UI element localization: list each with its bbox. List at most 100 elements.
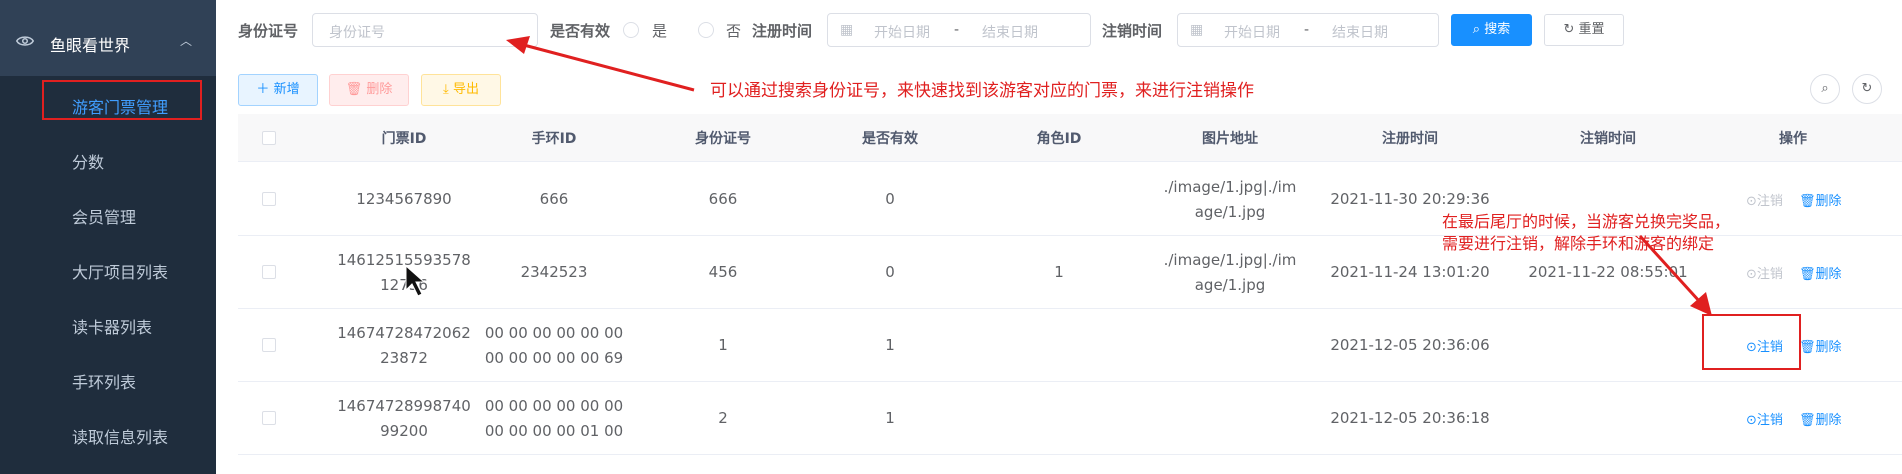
cell-image-url: ./image/1.jpg|./image/1.jpg	[1163, 251, 1297, 294]
search-button-label: 搜索	[1484, 22, 1511, 37]
refresh-icon: ↻	[1861, 81, 1873, 96]
delete-button-label: 删除	[366, 82, 393, 97]
search-button[interactable]: ⌕ 搜索	[1451, 14, 1532, 46]
cancel-date-range[interactable]: ▦ 开始日期 - 结束日期	[1177, 13, 1439, 47]
sidebar-group-header[interactable]: 鱼眼看世界 ︿	[0, 18, 216, 72]
search-arrow	[519, 42, 695, 92]
add-button-label: 新增	[273, 82, 300, 97]
row-checkbox[interactable]	[262, 411, 276, 425]
sidebar-item-read-info[interactable]: 读取信息列表	[72, 424, 168, 448]
id-number-placeholder: 身份证号	[329, 25, 385, 41]
cell-ticket-id: 1467472847206223872	[337, 324, 471, 367]
cell-reg-time: 2021-11-24 13:01:20	[1330, 263, 1490, 281]
sidebar-item-card-readers[interactable]: 读卡器列表	[72, 314, 152, 338]
col-cancel-time: 注销时间	[1580, 131, 1636, 147]
cell-valid: 0	[885, 263, 895, 281]
delete-action-label: 删除	[1815, 340, 1842, 355]
col-role-id: 角色ID	[1036, 131, 1082, 147]
reg-start-placeholder: 开始日期	[874, 25, 930, 41]
valid-yes-radio[interactable]	[623, 22, 639, 38]
export-button-label: 导出	[452, 82, 479, 97]
col-image-url: 图片地址	[1202, 131, 1258, 147]
cell-valid: 1	[885, 409, 895, 427]
reg-date-range[interactable]: ▦ 开始日期 - 结束日期	[827, 13, 1091, 47]
cell-cancel-time: 2021-11-22 08:55:01	[1528, 263, 1688, 281]
plus-icon: ＋	[256, 82, 270, 97]
cancel-time-label: 注销时间	[1102, 22, 1163, 40]
toggle-search-button[interactable]: ⌕	[1810, 74, 1840, 104]
cell-band-id: 00 00 00 00 00 00 00 00 00 00 01 00	[484, 397, 624, 440]
add-button[interactable]: ＋ 新增	[238, 74, 318, 106]
cancel-action[interactable]: ⊙注销	[1746, 263, 1783, 282]
calendar-icon: ▦	[1190, 22, 1204, 38]
search-icon: ⌕	[1472, 22, 1481, 37]
select-all-checkbox[interactable]	[262, 131, 276, 145]
delete-action-label: 删除	[1815, 267, 1842, 282]
cell-ticket-id: 1234567890	[356, 190, 452, 208]
delete-action[interactable]: 🗑删除	[1799, 409, 1842, 428]
annotation-highlight-box	[1702, 314, 1801, 370]
col-band-id: 手环ID	[531, 131, 577, 147]
cell-valid: 0	[885, 190, 895, 208]
download-icon: ⤓	[443, 82, 449, 97]
reset-button[interactable]: ↻ 重置	[1544, 14, 1624, 46]
row-checkbox[interactable]	[262, 338, 276, 352]
delete-button[interactable]: 🗑 删除	[329, 74, 409, 106]
cancel-action[interactable]: ⊙注销	[1746, 409, 1783, 428]
refresh-button[interactable]: ↻	[1852, 74, 1882, 104]
cancel-action-label: 注销	[1756, 194, 1783, 209]
col-reg-time: 注册时间	[1382, 131, 1438, 147]
search-icon: ⌕	[1821, 81, 1829, 96]
col-valid: 是否有效	[862, 131, 918, 147]
row-checkbox[interactable]	[262, 265, 276, 279]
table-row: 1467472847206223872 00 00 00 00 00 00 00…	[238, 309, 1902, 382]
eye-icon	[16, 36, 34, 46]
reset-button-label: 重置	[1578, 22, 1605, 37]
valid-label: 是否有效	[550, 22, 611, 40]
valid-no-label[interactable]: 否	[726, 20, 741, 41]
cell-role-id: 1	[1054, 263, 1064, 281]
cell-image-url: ./image/1.jpg|./image/1.jpg	[1163, 178, 1297, 221]
sidebar-item-score[interactable]: 分数	[72, 149, 104, 173]
chevron-up-icon: ︿	[180, 34, 193, 48]
sidebar-item-members[interactable]: 会员管理	[72, 204, 136, 228]
sidebar-item-wristbands[interactable]: 手环列表	[72, 369, 136, 393]
refresh-icon: ↻	[1563, 22, 1575, 37]
date-separator: -	[1304, 22, 1310, 38]
cell-band-id: 2342523	[520, 263, 588, 281]
sidebar-item-hall-projects[interactable]: 大厅项目列表	[72, 259, 168, 283]
trash-icon: 🗑	[345, 82, 363, 97]
sidebar: 鱼眼看世界 ︿ 游客门票管理 分数 会员管理 大厅项目列表 读卡器列表 手环列表…	[0, 0, 216, 474]
delete-action[interactable]: 🗑删除	[1799, 336, 1842, 355]
cancel-action-label: 注销	[1756, 267, 1783, 282]
cancel-action-label: 注销	[1756, 413, 1783, 428]
cancel-start-placeholder: 开始日期	[1224, 25, 1280, 41]
search-annotation: 可以通过搜索身份证号，来快速找到该游客对应的门票，来进行注销操作	[710, 81, 1254, 101]
col-id-number: 身份证号	[695, 131, 751, 147]
delete-action-label: 删除	[1815, 194, 1842, 209]
cancel-action[interactable]: ⊙注销	[1746, 190, 1783, 209]
delete-action[interactable]: 🗑删除	[1799, 190, 1842, 209]
sidebar-submenu: 游客门票管理 分数 会员管理 大厅项目列表 读卡器列表 手环列表 读取信息列表	[0, 76, 216, 474]
tickets-table: 门票ID 手环ID 身份证号 是否有效 角色ID 图片地址 注册时间 注销时间 …	[238, 114, 1902, 474]
delete-action[interactable]: 🗑删除	[1799, 263, 1842, 282]
date-separator: -	[954, 22, 960, 38]
row-checkbox[interactable]	[262, 192, 276, 206]
reg-time-label: 注册时间	[752, 22, 813, 40]
cell-band-id: 00 00 00 00 00 00 00 00 00 00 00 69	[484, 324, 624, 367]
cell-id-number: 666	[708, 190, 738, 208]
cell-valid: 1	[885, 336, 895, 354]
table-header: 门票ID 手环ID 身份证号 是否有效 角色ID 图片地址 注册时间 注销时间 …	[238, 114, 1902, 162]
cell-ticket-id: 1461251559357812736	[337, 251, 471, 294]
cancel-annotation-line1: 在最后尾厅的时候，当游客兑换完奖品，	[1442, 212, 1731, 231]
calendar-icon: ▦	[840, 22, 854, 38]
valid-no-radio[interactable]	[698, 22, 714, 38]
export-button[interactable]: ⤓ 导出	[421, 74, 501, 106]
col-actions: 操作	[1779, 131, 1807, 147]
cell-id-number: 2	[718, 409, 728, 427]
valid-yes-label[interactable]: 是	[652, 20, 667, 41]
cell-ticket-id: 1467472899874099200	[337, 397, 471, 440]
delete-action-label: 删除	[1815, 413, 1842, 428]
id-number-input[interactable]: 身份证号	[312, 13, 538, 47]
id-number-label: 身份证号	[238, 22, 299, 40]
